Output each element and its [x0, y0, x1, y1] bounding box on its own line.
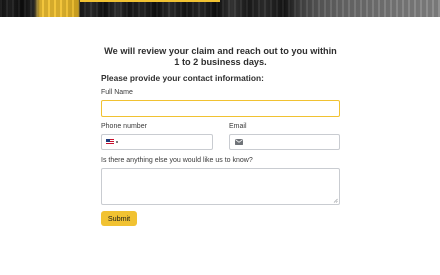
- flag-canton: [106, 139, 110, 142]
- email-field[interactable]: [229, 134, 340, 154]
- mail-icon: [235, 139, 243, 145]
- phone-field[interactable]: [101, 134, 213, 154]
- notes-field[interactable]: [101, 168, 340, 205]
- phone-label: Phone number: [101, 123, 147, 130]
- phone-input[interactable]: [102, 139, 212, 154]
- notes-label: Is there anything else you would like us…: [101, 157, 253, 164]
- us-flag-icon[interactable]: [106, 139, 114, 145]
- form-headline: We will review your claim and reach out …: [104, 46, 337, 67]
- resize-grip-icon[interactable]: [333, 198, 338, 203]
- submit-button[interactable]: Submit: [101, 211, 137, 226]
- contact-section-title: Please provide your contact information:: [101, 73, 264, 83]
- email-label: Email: [229, 123, 247, 130]
- full-name-field[interactable]: [101, 100, 340, 120]
- header-banner-image: [0, 0, 440, 17]
- full-name-input[interactable]: [102, 105, 339, 120]
- banner-texture: [0, 0, 440, 17]
- country-dropdown-icon[interactable]: [116, 141, 118, 143]
- full-name-label: Full Name: [101, 89, 133, 96]
- notes-textarea[interactable]: [102, 169, 339, 204]
- email-input[interactable]: [230, 139, 339, 154]
- banner-accent-line: [80, 0, 220, 2]
